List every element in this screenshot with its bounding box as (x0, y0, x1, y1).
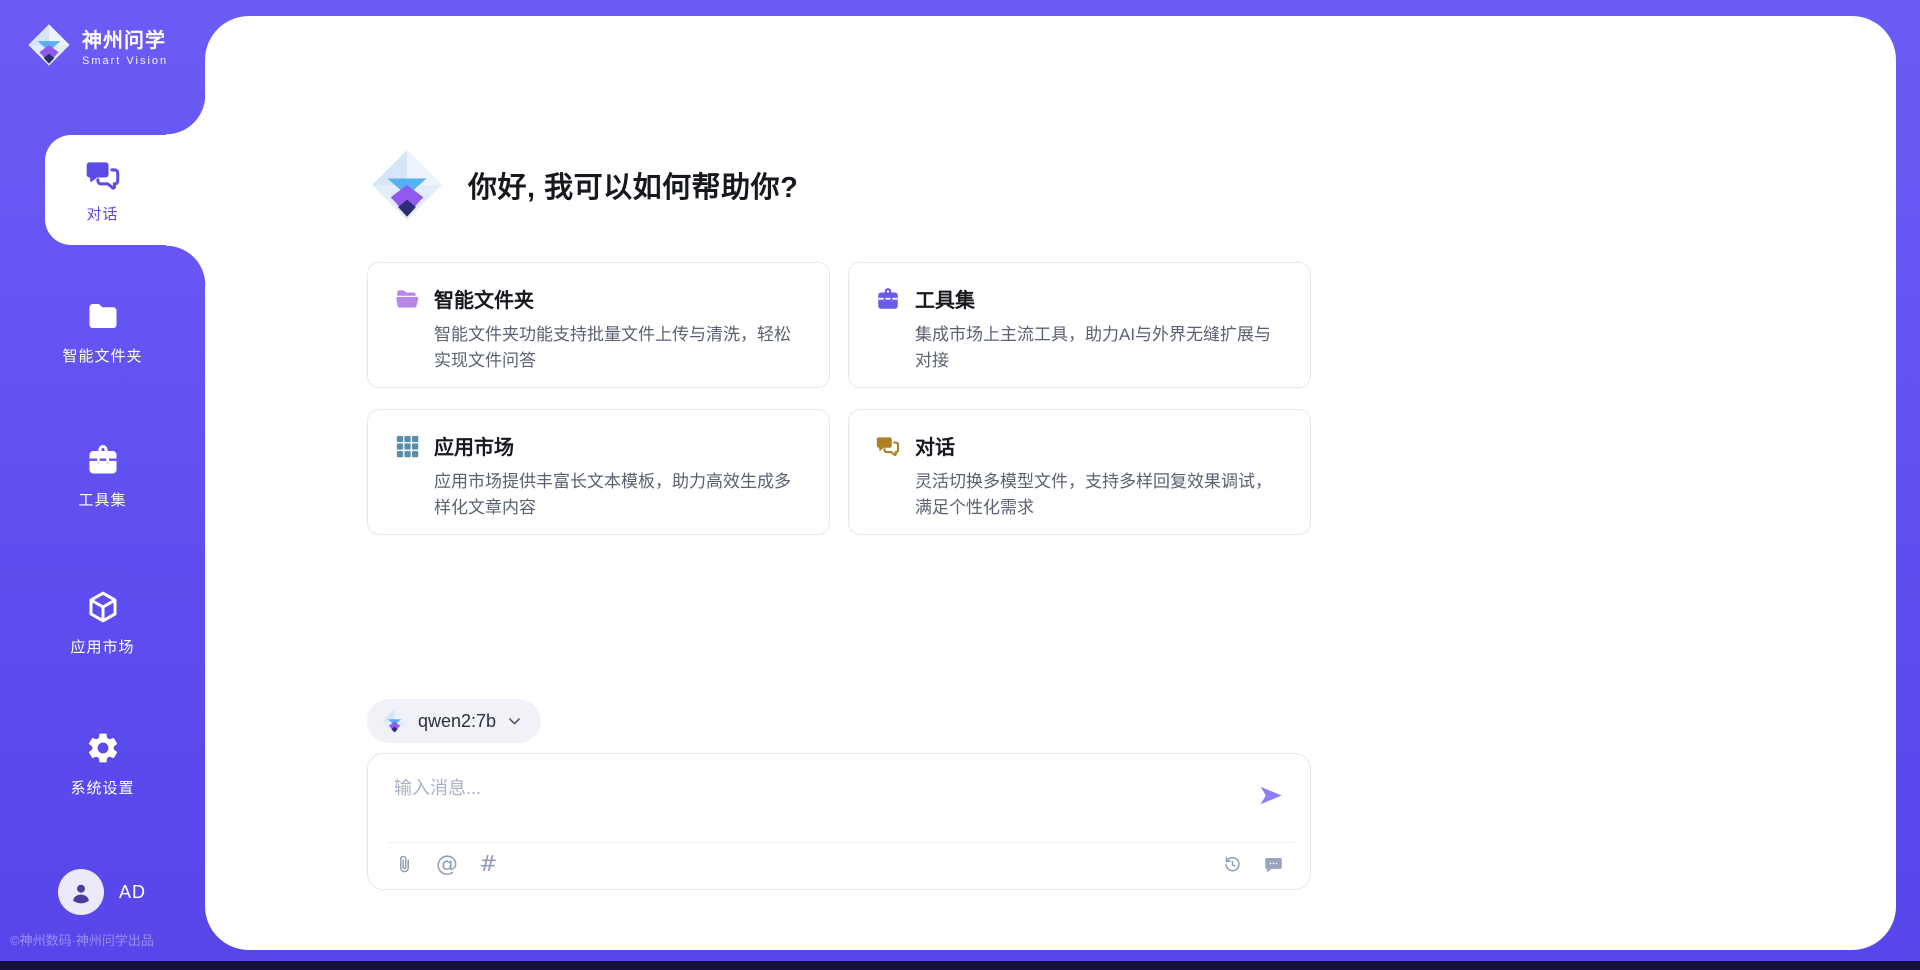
toolbox-icon (875, 286, 901, 312)
app-logo: 神州问学 Smart Vision (26, 22, 168, 68)
bottom-edge-strip (0, 961, 1920, 970)
card-description: 灵活切换多模型文件，支持多样回复效果调试，满足个性化需求 (915, 469, 1284, 520)
chat-icon (875, 433, 901, 459)
model-name: qwen2:7b (418, 711, 496, 732)
card-header: 智能文件夹 (394, 284, 803, 313)
copyright-text: ©神州数码·神州问学出品 (10, 930, 154, 949)
message-input[interactable] (394, 774, 1234, 832)
chat-icon (84, 156, 122, 194)
grid-icon (394, 433, 420, 459)
person-icon (67, 878, 95, 906)
gem-logo-icon (26, 22, 72, 68)
sidebar-item-smart-folder[interactable]: 智能文件夹 (0, 298, 205, 366)
card-title: 应用市场 (434, 431, 514, 460)
sidebar-item-label: 智能文件夹 (62, 345, 142, 366)
app-logo-text: 神州问学 Smart Vision (82, 24, 168, 67)
sidebar: 神州问学 Smart Vision 对话 智能文件夹 工具集 (0, 0, 205, 970)
feature-cards: 智能文件夹 智能文件夹功能支持批量文件上传与清洗，轻松实现文件问答 工具集 集成… (367, 262, 1311, 535)
gem-logo-icon (368, 146, 446, 224)
user-initials: AD (119, 882, 146, 903)
card-header: 应用市场 (394, 431, 803, 460)
sidebar-item-label: 工具集 (78, 489, 126, 510)
gear-icon (85, 730, 121, 766)
sidebar-item-label: 系统设置 (70, 777, 134, 798)
app-subtitle: Smart Vision (82, 55, 168, 67)
card-smart-folder[interactable]: 智能文件夹 智能文件夹功能支持批量文件上传与清洗，轻松实现文件问答 (367, 262, 830, 388)
avatar (58, 869, 104, 915)
app-root: { "app": { "name": "神州问学", "subtitle": "… (0, 0, 1920, 970)
greeting-block: 你好, 我可以如何帮助你? (368, 146, 798, 224)
composer-toolbar-right (1222, 854, 1284, 875)
sidebar-item-label: 应用市场 (70, 636, 134, 657)
composer-toolbar-left: @ # (394, 854, 497, 875)
mention-icon[interactable]: @ (436, 854, 458, 875)
app-name: 神州问学 (82, 24, 168, 53)
card-header: 工具集 (875, 284, 1284, 313)
gem-logo-icon (381, 708, 408, 735)
card-description: 智能文件夹功能支持批量文件上传与清洗，轻松实现文件问答 (434, 322, 803, 373)
cube-icon (85, 589, 121, 625)
folder-icon (394, 286, 420, 312)
card-description: 应用市场提供丰富长文本模板，助力高效生成多样化文章内容 (434, 469, 803, 520)
sidebar-item-settings[interactable]: 系统设置 (0, 730, 205, 798)
sidebar-item-app-market[interactable]: 应用市场 (0, 589, 205, 657)
sidebar-item-label: 对话 (86, 203, 118, 224)
card-description: 集成市场上主流工具，助力AI与外界无缝扩展与对接 (915, 322, 1284, 373)
card-title: 工具集 (915, 284, 975, 313)
sidebar-item-chat-active[interactable]: 对话 (45, 135, 206, 245)
greeting-title: 你好, 我可以如何帮助你? (468, 164, 798, 206)
send-icon[interactable] (1257, 782, 1284, 809)
message-composer: @ # (367, 753, 1311, 890)
card-app-market[interactable]: 应用市场 应用市场提供丰富长文本模板，助力高效生成多样化文章内容 (367, 409, 830, 535)
chevron-down-icon (506, 713, 523, 730)
folder-icon (85, 298, 121, 334)
card-toolset[interactable]: 工具集 集成市场上主流工具，助力AI与外界无缝扩展与对接 (848, 262, 1311, 388)
history-icon[interactable] (1222, 854, 1243, 875)
card-header: 对话 (875, 431, 1284, 460)
hashtag-icon[interactable]: # (479, 854, 497, 875)
composer-divider (388, 842, 1294, 843)
feedback-icon[interactable] (1263, 854, 1284, 875)
card-title: 对话 (915, 431, 955, 460)
model-selector[interactable]: qwen2:7b (367, 699, 541, 743)
card-chat[interactable]: 对话 灵活切换多模型文件，支持多样回复效果调试，满足个性化需求 (848, 409, 1311, 535)
toolbox-icon (85, 442, 121, 478)
attachment-icon[interactable] (394, 854, 415, 875)
sidebar-item-toolset[interactable]: 工具集 (0, 442, 205, 510)
card-title: 智能文件夹 (434, 284, 534, 313)
user-profile[interactable]: AD (58, 869, 146, 915)
